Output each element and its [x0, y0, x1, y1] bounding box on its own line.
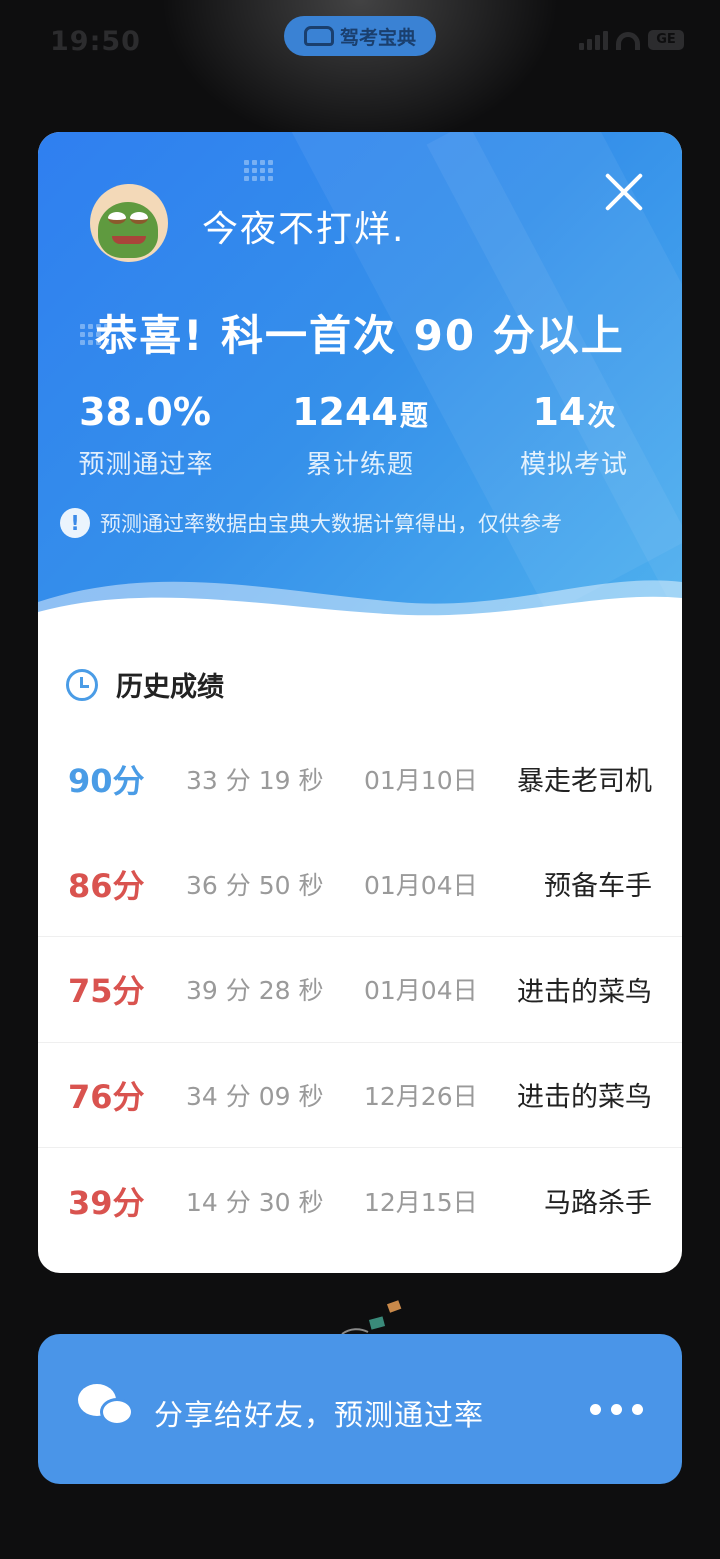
close-icon[interactable] [602, 170, 646, 214]
info-icon: ! [60, 508, 90, 538]
avatar[interactable] [90, 184, 168, 262]
wechat-icon [78, 1384, 136, 1430]
battery-icon: GE [648, 30, 684, 50]
congrats-title: 恭喜! 科一首次 90 分以上 [95, 311, 625, 360]
stat-value: 38.0% [79, 390, 211, 434]
rank-title: 进击的菜鸟 [517, 1082, 652, 1114]
share-button[interactable]: 分享给好友，预测通过率 [38, 1334, 682, 1484]
more-icon[interactable] [590, 1404, 643, 1415]
signal-icon [579, 31, 608, 50]
stat-label: 预测通过率 [78, 450, 214, 480]
duration: 14 分 30 秒 [186, 1187, 324, 1217]
stat-mock-exams: 14次 模拟考试 [474, 390, 674, 481]
stat-label: 模拟考试 [519, 450, 628, 480]
rank-title: 预备车手 [544, 871, 652, 903]
history-row[interactable]: 75分 39 分 28 秒 01月04日 进击的菜鸟 [38, 937, 682, 1043]
score: 86分 [68, 866, 145, 905]
dots-decor-icon [244, 160, 273, 181]
duration: 39 分 28 秒 [186, 976, 324, 1006]
username: 今夜不打烊. [202, 209, 406, 250]
disclaimer: ! 预测通过率数据由宝典大数据计算得出，仅供参考 [60, 508, 562, 538]
history-list: 90分 33 分 19 秒 01月10日 暴走老司机 86分 36 分 50 秒… [38, 726, 682, 1254]
stat-value: 14次 [532, 390, 616, 434]
clock-icon [66, 668, 98, 701]
hero-banner: 今夜不打烊. 恭喜! 科一首次 90 分以上 38.0% 预测通过率 1244题… [38, 132, 682, 675]
stat-value: 1244题 [292, 390, 428, 434]
frog-avatar-icon [98, 202, 158, 258]
disclaimer-text: 预测通过率数据由宝典大数据计算得出，仅供参考 [100, 512, 562, 536]
history-row[interactable]: 39分 14 分 30 秒 12月15日 马路杀手 [38, 1148, 682, 1254]
duration: 33 分 19 秒 [186, 765, 324, 795]
date: 12月26日 [364, 1081, 478, 1111]
history-row[interactable]: 90分 33 分 19 秒 01月10日 暴走老司机 [38, 726, 682, 832]
duration: 34 分 09 秒 [186, 1081, 324, 1111]
status-indicators: GE [579, 30, 684, 50]
stat-questions: 1244题 累计练题 [260, 390, 460, 481]
score: 75分 [68, 972, 145, 1011]
date: 12月15日 [364, 1187, 478, 1217]
date: 01月04日 [364, 976, 478, 1006]
score: 90分 [68, 761, 145, 800]
status-time: 19:50 [50, 26, 141, 57]
car-icon [303, 26, 334, 46]
duration: 36 分 50 秒 [186, 870, 324, 900]
date: 01月10日 [364, 765, 478, 795]
score: 39分 [68, 1183, 145, 1222]
result-card: 今夜不打烊. 恭喜! 科一首次 90 分以上 38.0% 预测通过率 1244题… [38, 132, 682, 1273]
history-row[interactable]: 76分 34 分 09 秒 12月26日 进击的菜鸟 [38, 1043, 682, 1148]
wifi-icon [616, 32, 640, 50]
rank-title: 马路杀手 [544, 1188, 652, 1220]
history-title: 历史成绩 [116, 672, 224, 703]
rank-title: 进击的菜鸟 [517, 976, 652, 1008]
history-header: 历史成绩 [66, 665, 224, 704]
app-pill-label: 驾考宝典 [339, 26, 416, 49]
app-return-pill[interactable]: 驾考宝典 [284, 16, 436, 56]
stat-label: 累计练题 [305, 450, 414, 480]
wave-divider [38, 580, 682, 642]
date: 01月04日 [364, 870, 478, 900]
stat-pass-rate: 38.0% 预测通过率 [46, 390, 246, 481]
rank-title: 暴走老司机 [517, 766, 652, 798]
share-label: 分享给好友，预测通过率 [154, 1398, 485, 1432]
history-row[interactable]: 86分 36 分 50 秒 01月04日 预备车手 [38, 832, 682, 937]
score: 76分 [68, 1077, 145, 1116]
